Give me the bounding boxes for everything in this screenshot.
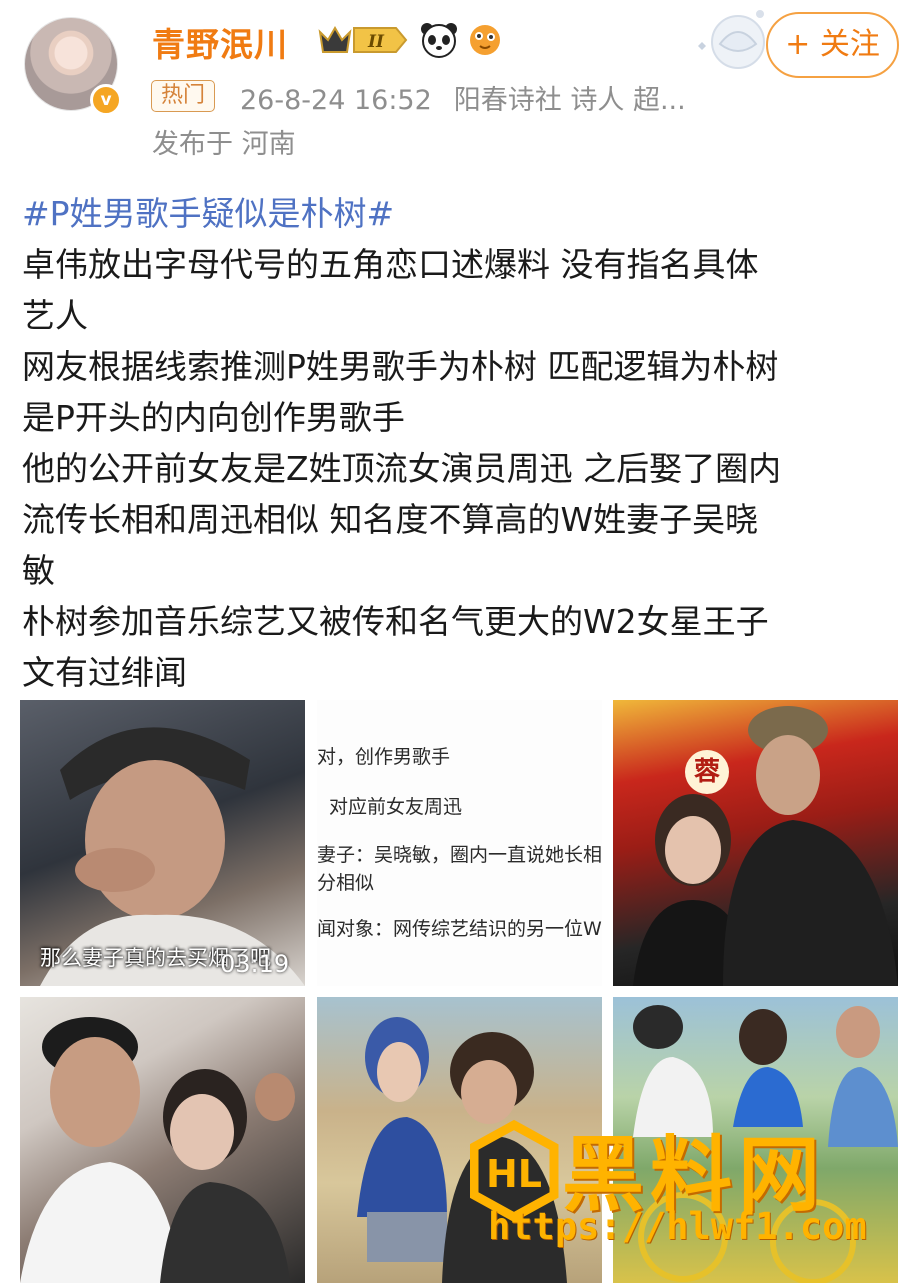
post-line: 文有过绯闻 (22, 653, 187, 692)
couple-figures (633, 706, 898, 986)
svg-text:HL: HL (486, 1152, 542, 1196)
couple-photo[interactable]: 蓉 (613, 700, 898, 986)
post-line: 朴树参加音乐综艺又被传和名气更大的W2女星王子 (22, 602, 769, 641)
post-line: 卓伟放出字母代号的五角恋口述爆料 没有指名具体 (22, 245, 759, 284)
post-line: 网友根据线索推测P姓男歌手为朴树 匹配逻辑为朴树 (22, 347, 779, 386)
hashtag-link[interactable]: #P姓男歌手疑似是朴树# (22, 188, 902, 239)
post-source[interactable]: 阳春诗社 诗人 超... (454, 85, 686, 116)
decorative-shell-icon (698, 10, 765, 69)
follow-button[interactable]: + 关注 (766, 12, 899, 78)
hot-badge: 热门 (151, 80, 216, 112)
watermark-url: https://hlwf1.com (488, 1205, 867, 1248)
couple-figures-2 (20, 1017, 295, 1283)
level-text: II (367, 32, 385, 52)
video-duration: 03:19 (220, 950, 290, 978)
post-meta: 26-8-24 16:52 阳春诗社 诗人 超... (240, 78, 708, 117)
post-location: 发布于 河南 (152, 129, 296, 160)
screenshot-line: 妻子：吴晓敏，圈内一直说她长相 (317, 844, 602, 866)
screenshot-line: 对，创作男歌手 (317, 746, 451, 768)
verified-badge-icon: v (90, 84, 122, 116)
crown-level-badge-icon: II (318, 26, 408, 53)
text-screenshot-image[interactable]: 对，创作男歌手 对应前女友周迅 妻子：吴晓敏，圈内一直说她长相 分相似 闻对象：… (317, 700, 602, 986)
post-content: #P姓男歌手疑似是朴树# 卓伟放出字母代号的五角恋口述爆料 没有指名具体 艺人 … (22, 188, 902, 698)
post-line: 艺人 (22, 296, 88, 335)
screenshot-line: 分相似 (317, 872, 375, 894)
video-thumbnail[interactable]: 那么妻子真的去买烟了吧 03:19 (20, 700, 305, 986)
username[interactable]: 青野泯川 (152, 18, 288, 66)
pufferfish-badge-icon (470, 25, 500, 55)
screenshot-line: 对应前女友周迅 (329, 796, 463, 818)
post-line: 敏 (22, 551, 55, 590)
post-line: 是P开头的内向创作男歌手 (22, 398, 405, 437)
post-line: 他的公开前女友是Z姓顶流女演员周迅 之后娶了圈内 (22, 449, 782, 488)
panda-badge-icon (421, 23, 457, 58)
couple-photo-2[interactable] (20, 997, 305, 1283)
screenshot-line: 闻对象：网传综艺结识的另一位W姐 (317, 918, 602, 940)
post-time: 26-8-24 16:52 (240, 85, 432, 116)
post-line: 流传长相和周迅相似 知名度不算高的W姓妻子吴晓 (22, 500, 759, 539)
